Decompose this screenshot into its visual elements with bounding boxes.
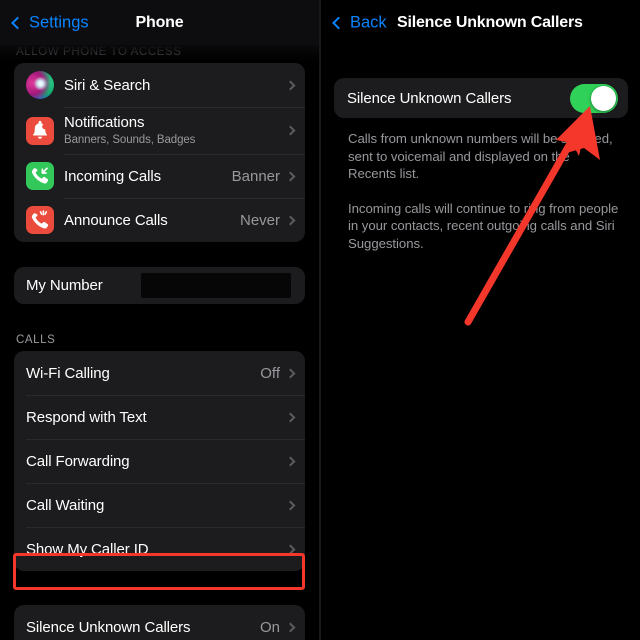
- row-show-my-caller-id[interactable]: Show My Caller ID: [14, 527, 305, 571]
- silence-unknown-callers-toggle-row[interactable]: Silence Unknown Callers: [334, 78, 628, 118]
- my-number-redaction: [140, 273, 291, 298]
- announce-call-icon-svg: [31, 210, 49, 229]
- allow-access-card: Siri & Search Notifications Banners, Sou…: [14, 63, 305, 242]
- siri-icon: [26, 71, 54, 99]
- incoming-call-icon-svg: [31, 167, 49, 184]
- row-label: Wi-Fi Calling: [26, 364, 110, 382]
- row-call-waiting[interactable]: Call Waiting: [14, 483, 305, 527]
- chevron-right-icon: [285, 171, 296, 181]
- row-silence-unknown-callers[interactable]: Silence Unknown Callers On: [14, 605, 305, 640]
- chevron-right-icon: [285, 80, 296, 90]
- row-label: Siri & Search: [64, 76, 151, 94]
- left-page-title: Phone: [135, 13, 184, 31]
- left-navbar: Settings Phone: [0, 0, 319, 45]
- right-navbar: Back Silence Unknown Callers: [321, 0, 640, 45]
- section-header-allow-access: ALLOW PHONE TO ACCESS: [16, 46, 182, 58]
- row-label: Silence Unknown Callers: [26, 618, 191, 636]
- chevron-right-icon: [285, 456, 296, 466]
- row-label: Call Forwarding: [26, 452, 130, 470]
- row-wifi-calling[interactable]: Wi-Fi Calling Off: [14, 351, 305, 395]
- row-announce-calls[interactable]: Announce Calls Never: [14, 198, 305, 242]
- back-button[interactable]: Back: [332, 13, 387, 32]
- row-label: Announce Calls: [64, 211, 168, 229]
- right-page-title: Silence Unknown Callers: [397, 13, 583, 31]
- row-label: Show My Caller ID: [26, 540, 149, 558]
- row-respond-with-text[interactable]: Respond with Text: [14, 395, 305, 439]
- row-value: Never: [239, 211, 280, 229]
- footnote-contacts-behavior: Incoming calls will continue to ring fro…: [348, 200, 619, 251]
- my-number-card: My Number: [14, 267, 305, 304]
- chevron-right-icon: [285, 544, 296, 554]
- toggle-label: Silence Unknown Callers: [347, 89, 512, 107]
- bell-icon: [26, 116, 54, 145]
- row-label: My Number: [26, 277, 103, 294]
- chevron-right-icon: [285, 125, 296, 136]
- right-panel-silence-unknown-callers: Back Silence Unknown Callers Silence Unk…: [321, 0, 640, 640]
- row-incoming-calls[interactable]: Incoming Calls Banner: [14, 154, 305, 198]
- row-value: Off: [260, 364, 280, 382]
- chevron-left-icon: [332, 16, 345, 29]
- left-panel-phone-settings: Settings Phone ALLOW PHONE TO ACCESS Sir…: [0, 0, 319, 640]
- row-value: Banner: [231, 167, 280, 185]
- chevron-right-icon: [285, 500, 296, 510]
- chevron-right-icon: [285, 622, 296, 632]
- calls-card: Wi-Fi Calling Off Respond with Text Call…: [14, 351, 305, 571]
- incoming-call-icon: [26, 162, 54, 190]
- row-notifications[interactable]: Notifications Banners, Sounds, Badges: [14, 107, 305, 154]
- announce-call-icon: [26, 206, 54, 234]
- row-label-text: Notifications: [64, 114, 145, 132]
- switch-knob: [591, 85, 616, 111]
- row-call-forwarding[interactable]: Call Forwarding: [14, 439, 305, 483]
- row-label: Incoming Calls: [64, 167, 161, 185]
- bell-icon-svg: [33, 120, 48, 139]
- footnote-silenced-behavior: Calls from unknown numbers will be silen…: [348, 131, 613, 182]
- row-label: Respond with Text: [26, 408, 147, 426]
- row-my-number[interactable]: My Number: [14, 267, 305, 304]
- row-value: On: [259, 618, 280, 636]
- back-label: Back: [350, 13, 387, 31]
- section-header-calls: CALLS: [16, 334, 56, 346]
- chevron-right-icon: [285, 215, 296, 225]
- screenshot-root: Settings Phone ALLOW PHONE TO ACCESS Sir…: [0, 0, 640, 640]
- silence-unknown-callers-switch[interactable]: [570, 83, 618, 113]
- chevron-right-icon: [285, 412, 296, 422]
- chevron-right-icon: [285, 368, 296, 378]
- row-sublabel: Banners, Sounds, Badges: [64, 133, 196, 146]
- row-siri-and-search[interactable]: Siri & Search: [14, 63, 305, 107]
- row-label: Call Waiting: [26, 496, 105, 514]
- silence-blocked-card: Silence Unknown Callers On Blocked Conta…: [14, 605, 305, 640]
- row-label: Notifications Banners, Sounds, Badges: [64, 114, 287, 146]
